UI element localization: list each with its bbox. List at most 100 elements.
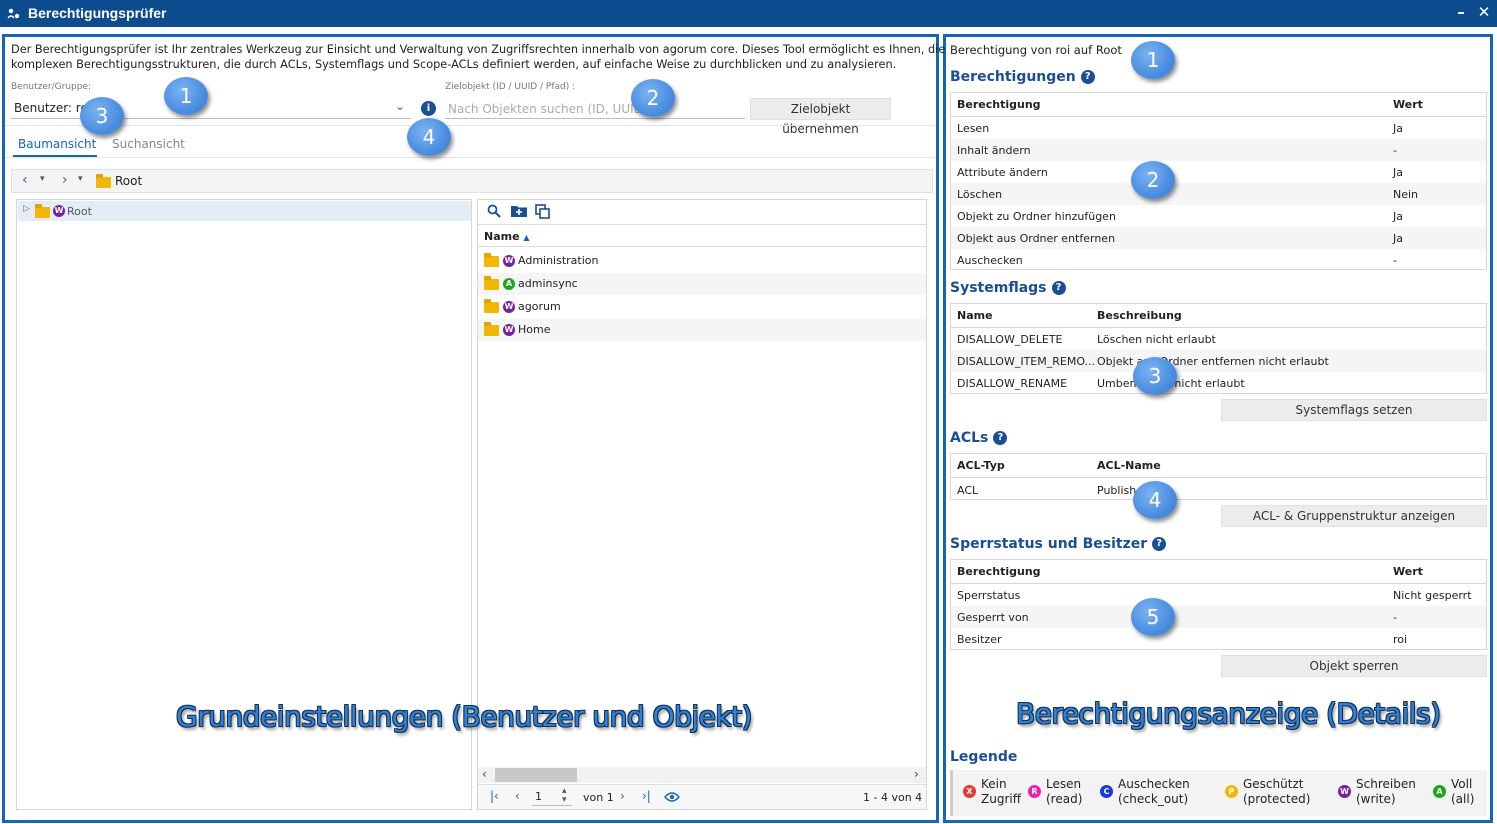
help-icon[interactable]: ? xyxy=(1152,537,1167,551)
folder-icon xyxy=(484,276,499,290)
help-icon[interactable]: ? xyxy=(993,431,1008,445)
list-item[interactable]: W Administration xyxy=(478,250,926,272)
permission-row: Attribute ändern Ja xyxy=(951,161,1486,183)
list-item-label: Administration xyxy=(518,254,599,267)
legend-label-line2: (write) xyxy=(1356,792,1396,806)
search-icon[interactable] xyxy=(487,204,501,222)
list-item[interactable]: Aadminsync xyxy=(478,273,926,295)
lock-object-button[interactable]: Objekt sperren xyxy=(1221,655,1487,677)
tab-tree-view[interactable]: Baumansicht xyxy=(18,137,96,151)
systemflags-title-text: Systemflags xyxy=(950,280,1047,296)
column-header-label: Name xyxy=(484,230,520,243)
legend-badge-icon: X xyxy=(963,785,976,798)
next-page-icon[interactable]: › xyxy=(620,789,625,803)
legend-label-line1: Schreiben xyxy=(1356,777,1416,791)
chevron-down-icon[interactable]: ⌄ xyxy=(395,99,405,113)
description-line-2: komplexen Berechtigungsstrukturen, die d… xyxy=(11,58,897,71)
close-icon[interactable]: ✕ xyxy=(1475,3,1493,21)
acls-col-type: ACL-Typ xyxy=(957,459,1005,472)
callout-2: 2 xyxy=(631,79,675,117)
legend-label-line2: Zugriff xyxy=(981,792,1021,806)
scrollbar-thumb[interactable] xyxy=(495,768,577,782)
scroll-right-icon[interactable]: › xyxy=(914,767,919,781)
copy-icon[interactable] xyxy=(535,204,551,223)
list-item[interactable]: Wagorum xyxy=(478,296,926,318)
permissions-col-value: Wert xyxy=(1393,98,1423,111)
permission-badge-icon: W xyxy=(503,324,515,336)
permission-badge-icon: A xyxy=(503,278,515,290)
breadcrumb: ‹ ▾ › ▾ Root xyxy=(11,169,933,193)
permission-row-label: Auschecken xyxy=(957,254,1023,267)
window-title: Berechtigungsprüfer xyxy=(28,5,167,21)
forward-icon[interactable]: › xyxy=(62,172,68,188)
horizontal-scrollbar[interactable]: ‹ › xyxy=(478,767,926,783)
legend-badge-icon: W xyxy=(1338,785,1351,798)
legend-label-line2: (read) xyxy=(1046,792,1083,806)
previous-page-icon[interactable]: ‹ xyxy=(515,789,520,803)
legend-label-line2: (all) xyxy=(1451,792,1475,806)
first-page-icon[interactable]: |‹ xyxy=(490,789,499,803)
legend-label-line1: Lesen xyxy=(1046,777,1082,791)
tab-search-view[interactable]: Suchansicht xyxy=(112,137,185,151)
callout-1: 1 xyxy=(164,77,208,115)
folder-icon xyxy=(35,204,50,218)
back-dropdown-icon[interactable]: ▾ xyxy=(40,174,45,184)
systemflag-row-value: Objekt aus Ordner entfernen nicht erlaub… xyxy=(1097,355,1329,368)
permission-badge-icon: W xyxy=(503,255,515,267)
acl-type-cell: ACL xyxy=(957,484,979,497)
lock-row-value: Nicht gesperrt xyxy=(1393,589,1472,602)
legend-label-line1: Voll xyxy=(1451,777,1473,791)
permission-row-label: Inhalt ändern xyxy=(957,144,1031,157)
permission-row: Auschecken - xyxy=(951,249,1486,271)
permission-row-value: Ja xyxy=(1393,232,1403,245)
last-page-icon[interactable]: ›| xyxy=(642,789,651,803)
show-acl-structure-button[interactable]: ACL- & Gruppenstruktur anzeigen xyxy=(1221,505,1487,527)
minimize-icon[interactable]: – xyxy=(1452,3,1470,21)
callout-3: 3 xyxy=(80,97,124,135)
permission-row-label: Objekt zu Ordner hinzufügen xyxy=(957,210,1116,223)
permission-row-value: Ja xyxy=(1393,166,1403,179)
acls-col-name: ACL-Name xyxy=(1097,459,1161,472)
tree-item-label: Root xyxy=(67,205,92,218)
help-icon[interactable]: ? xyxy=(1080,70,1095,84)
lock-row-label: Sperrstatus xyxy=(957,589,1021,602)
help-icon[interactable]: ? xyxy=(1051,281,1066,295)
info-icon[interactable]: i xyxy=(421,101,436,116)
permission-row: Lesen Ja xyxy=(951,117,1486,139)
eye-icon[interactable] xyxy=(664,791,680,806)
write-badge-icon: W xyxy=(53,205,65,217)
set-systemflags-button[interactable]: Systemflags setzen xyxy=(1221,399,1487,421)
settings-caption: Grundeinstellungen (Benutzer und Objekt) xyxy=(176,700,752,733)
systemflags-col-description: Beschreibung xyxy=(1097,309,1182,322)
systemflags-col-name: Name xyxy=(957,309,993,322)
folder-icon xyxy=(484,253,499,267)
legend-title: Legende xyxy=(950,749,1018,765)
user-select[interactable]: Benutzer: roi ⌄ xyxy=(11,97,411,119)
lock-row: Besitzer roi xyxy=(951,628,1486,650)
target-object-input[interactable]: Nach Objekten suchen (ID, UUID, xyxy=(445,97,745,119)
column-header-name[interactable]: Name ▲ xyxy=(484,230,530,243)
back-icon[interactable]: ‹ xyxy=(22,172,28,188)
legend-badge-icon: A xyxy=(1433,785,1446,798)
systemflag-row-label: DISALLOW_DELETE xyxy=(957,333,1063,346)
breadcrumb-root[interactable]: Root xyxy=(115,174,142,188)
legend-badge-icon: R xyxy=(1028,785,1041,798)
expand-arrow-icon[interactable]: ▷ xyxy=(23,204,30,214)
user-group-label: Benutzer/Gruppe: xyxy=(11,82,92,92)
tree-item-root[interactable]: ▷ W Root xyxy=(18,201,471,221)
permission-app-icon xyxy=(7,8,20,19)
title-bar: Berechtigungsprüfer – ✕ xyxy=(0,0,1497,27)
forward-dropdown-icon[interactable]: ▾ xyxy=(78,174,83,184)
new-folder-icon[interactable] xyxy=(511,204,527,222)
legend-label-line2: (protected) xyxy=(1243,792,1311,806)
target-object-label: Zielobjekt (ID / UUID / Pfad) : xyxy=(445,82,576,92)
list-item[interactable]: W Home xyxy=(478,319,926,341)
page-number-input[interactable]: 1 ▴ ▾ xyxy=(532,787,572,806)
scroll-left-icon[interactable]: ‹ xyxy=(482,767,487,781)
page-stepper-icon[interactable]: ▴ ▾ xyxy=(562,787,567,805)
apply-target-button[interactable]: Zielobjekt übernehmen xyxy=(750,98,891,136)
permissions-col-permission: Berechtigung xyxy=(957,98,1041,111)
acls-table: ACL-Typ ACL-Name ACL Publisher xyxy=(950,453,1487,500)
page-count-label: von 1 xyxy=(583,791,614,804)
list-item-label: agorum xyxy=(518,300,561,313)
